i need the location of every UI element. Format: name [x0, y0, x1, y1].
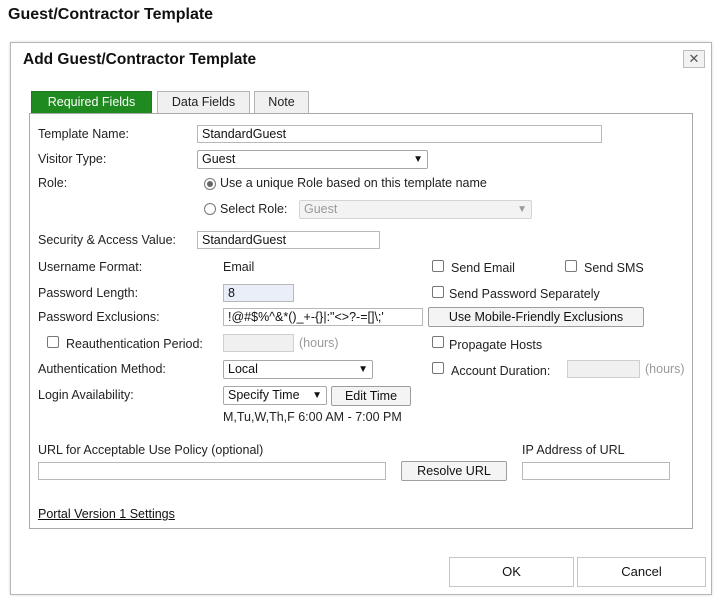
- reauthentication-input[interactable]: [223, 334, 294, 352]
- password-length-label: Password Length:: [38, 286, 139, 300]
- cancel-button[interactable]: Cancel: [577, 557, 706, 587]
- login-availability-label: Login Availability:: [38, 388, 134, 402]
- username-format-label: Username Format:: [38, 260, 143, 274]
- chevron-down-icon: ▼: [312, 390, 322, 401]
- password-exclusions-label: Password Exclusions:: [38, 310, 160, 324]
- resolve-url-button[interactable]: Resolve URL: [401, 461, 507, 481]
- role-select-label: Select Role:: [220, 202, 288, 216]
- send-email-label: Send Email: [451, 261, 515, 275]
- password-length-input[interactable]: 8: [223, 284, 294, 302]
- aup-url-label: URL for Acceptable Use Policy (optional): [38, 443, 264, 457]
- role-select[interactable]: Guest ▼: [299, 200, 532, 219]
- page-title: Guest/Contractor Template: [8, 6, 214, 23]
- send-email-checkbox[interactable]: [432, 260, 444, 272]
- chevron-down-icon: ▼: [517, 204, 527, 215]
- password-exclusions-input[interactable]: !@#$%^&*()_+-{}|:"<>?-=[]\;': [223, 308, 423, 326]
- close-icon[interactable]: ✕: [683, 50, 705, 68]
- visitor-type-label: Visitor Type:: [38, 152, 107, 166]
- security-access-label: Security & Access Value:: [38, 233, 177, 247]
- tab-required-fields[interactable]: Required Fields: [31, 91, 152, 113]
- template-name-label: Template Name:: [38, 127, 130, 141]
- visitor-type-select[interactable]: Guest ▼: [197, 150, 428, 169]
- username-format-value: Email: [223, 260, 255, 274]
- portal-version-settings-link[interactable]: Portal Version 1 Settings: [38, 507, 175, 521]
- template-name-input[interactable]: StandardGuest: [197, 125, 602, 143]
- auth-method-select[interactable]: Local ▼: [223, 360, 373, 379]
- send-sms-label: Send SMS: [584, 261, 644, 275]
- reauthentication-label: Reauthentication Period:: [66, 337, 203, 351]
- add-template-dialog: Add Guest/Contractor Template ✕ Required…: [10, 42, 712, 595]
- aup-url-input[interactable]: [38, 462, 386, 480]
- security-access-input[interactable]: StandardGuest: [197, 231, 380, 249]
- role-unique-radio[interactable]: [204, 178, 216, 190]
- dialog-title: Add Guest/Contractor Template: [23, 51, 257, 68]
- account-duration-checkbox[interactable]: [432, 362, 444, 374]
- ip-address-label: IP Address of URL: [522, 443, 625, 457]
- chevron-down-icon: ▼: [413, 154, 423, 165]
- visitor-type-value: Guest: [202, 152, 236, 166]
- propagate-hosts-checkbox[interactable]: [432, 336, 444, 348]
- reauthentication-checkbox[interactable]: [47, 336, 59, 348]
- role-select-value: Guest: [304, 202, 338, 216]
- propagate-hosts-label: Propagate Hosts: [449, 338, 543, 352]
- role-select-radio[interactable]: [204, 203, 216, 215]
- required-fields-panel: Template Name: StandardGuest Visitor Typ…: [29, 113, 693, 529]
- mobile-friendly-exclusions-button[interactable]: Use Mobile-Friendly Exclusions: [428, 307, 644, 327]
- send-password-separately-label: Send Password Separately: [449, 287, 600, 301]
- edit-time-button[interactable]: Edit Time: [331, 386, 411, 406]
- role-unique-label: Use a unique Role based on this template…: [220, 176, 487, 190]
- auth-method-value: Local: [228, 362, 258, 376]
- tab-data-fields[interactable]: Data Fields: [157, 91, 250, 113]
- login-availability-select[interactable]: Specify Time ▼: [223, 386, 327, 405]
- chevron-down-icon: ▼: [358, 364, 368, 375]
- login-schedule-text: M,Tu,W,Th,F 6:00 AM - 7:00 PM: [223, 410, 402, 424]
- login-availability-value: Specify Time: [228, 388, 300, 402]
- send-sms-checkbox[interactable]: [565, 260, 577, 272]
- reauthentication-unit: (hours): [299, 336, 339, 350]
- account-duration-unit: (hours): [645, 362, 685, 376]
- role-label: Role:: [38, 176, 68, 190]
- account-duration-input[interactable]: [567, 360, 640, 378]
- account-duration-label: Account Duration:: [451, 364, 551, 378]
- send-password-separately-checkbox[interactable]: [432, 286, 444, 298]
- auth-method-label: Authentication Method:: [38, 362, 166, 376]
- ip-address-input[interactable]: [522, 462, 670, 480]
- ok-button[interactable]: OK: [449, 557, 574, 587]
- tab-note[interactable]: Note: [254, 91, 309, 113]
